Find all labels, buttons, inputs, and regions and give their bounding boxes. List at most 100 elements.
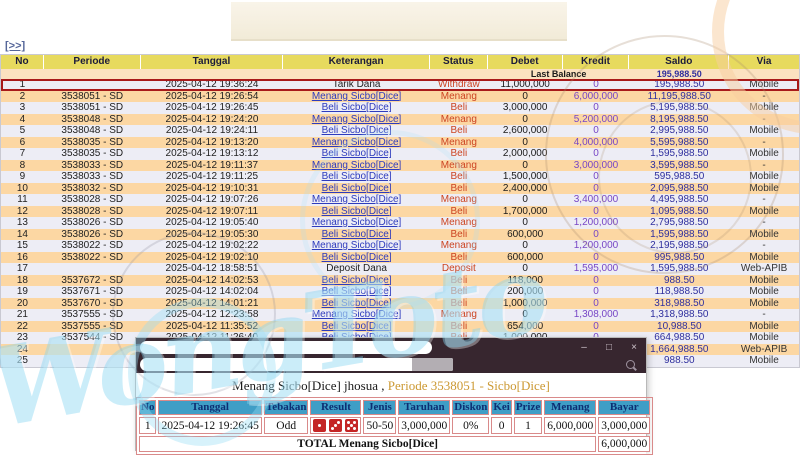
- cell-tanggal: 2025-04-12 18:58:51: [165, 263, 259, 274]
- keterangan-link[interactable]: Beli Sicbo[Dice]: [322, 252, 392, 263]
- cell-no: 9: [19, 171, 26, 182]
- keterangan-link[interactable]: Beli Sicbo[Dice]: [322, 275, 392, 286]
- cell-keterangan: Beli Sicbo[Dice]: [283, 275, 430, 287]
- cell-kredit: 3,400,000: [573, 194, 619, 205]
- cell-no: 17: [16, 263, 28, 274]
- transactions-table: No Periode Tanggal Keterangan Status Debet Kre…: [0, 54, 800, 368]
- keterangan-link[interactable]: Beli Sicbo[Dice]: [322, 206, 392, 217]
- cell-tanggal: 2025-04-12 19:07:11: [165, 205, 259, 217]
- cell-no: 2: [19, 90, 26, 102]
- cell-via: Mobile: [749, 171, 779, 182]
- keterangan-link[interactable]: Menang Sicbo[Dice]: [312, 217, 402, 228]
- transaction-row: 2 3538051 - SD 2025-04-12 19:26:54 Menang S…: [1, 90, 799, 102]
- keterangan-link[interactable]: Menang Sicbo[Dice]: [312, 240, 402, 251]
- bet-cell-diskon: 0%: [452, 417, 490, 434]
- popup-titlebar[interactable]: – □ ×: [136, 338, 646, 357]
- cell-saldo: 4,495,988.50: [650, 194, 709, 205]
- cell-via: -: [762, 217, 766, 228]
- cell-periode: 3538051 - SD: [61, 90, 124, 102]
- keterangan-link[interactable]: Beli Sicbo[Dice]: [322, 286, 392, 297]
- cell-periode: 3538028 - SD: [61, 194, 124, 205]
- cell-status: Beli: [450, 251, 468, 263]
- cell-no: 1: [19, 79, 26, 90]
- keterangan-link[interactable]: Beli Sicbo[Dice]: [322, 298, 392, 309]
- cell-keterangan: Menang Sicbo[Dice]: [283, 217, 430, 229]
- cell-no: 8: [19, 159, 26, 171]
- cell-via: Web-APIB: [740, 263, 788, 274]
- cell-saldo: 2,195,988.50: [650, 240, 709, 251]
- cell-saldo: 2,795,988.50: [650, 217, 709, 228]
- cell-via: Mobile: [749, 148, 779, 159]
- bet-cell-tanggal: 2025-04-12 19:26:45: [158, 417, 262, 434]
- keterangan-link[interactable]: Menang Sicbo[Dice]: [312, 137, 402, 148]
- cell-kredit: 0: [593, 251, 599, 263]
- browser-tab[interactable]: [140, 341, 432, 354]
- keterangan-link[interactable]: Beli Sicbo[Dice]: [322, 125, 392, 136]
- pagination-next-link[interactable]: [>>]: [5, 40, 25, 52]
- cell-periode: 3538026 - SD: [61, 228, 124, 240]
- bet-column-header-taruhan: Taruhan: [398, 400, 451, 415]
- cell-debet: 11,000,000: [500, 79, 550, 90]
- keterangan-link[interactable]: Menang Sicbo[Dice]: [312, 160, 402, 171]
- cell-tanggal: 2025-04-12 19:07:26: [165, 194, 259, 205]
- cell-tanggal: 2025-04-12 19:10:31: [165, 182, 259, 194]
- transaction-row: 16 3538022 - SD 2025-04-12 19:02:10 Beli Si…: [1, 251, 799, 263]
- cell-periode: 3538033 - SD: [61, 171, 124, 182]
- bet-table-row: 1 2025-04-12 19:26:45 Odd 50-50 3,000,000 0% 0…: [139, 417, 651, 434]
- column-header-debet: Debet: [488, 55, 563, 69]
- cell-periode: [44, 79, 141, 91]
- bet-column-header-jenis: Jenis: [363, 400, 397, 415]
- bet-column-header-kei: Kei: [491, 400, 512, 415]
- maximize-button[interactable]: □: [603, 338, 615, 357]
- keterangan-link[interactable]: Beli Sicbo[Dice]: [322, 171, 392, 182]
- popup-title-user: Menang Sicbo[Dice] jhosua ,: [232, 378, 388, 393]
- cell-kredit: 0: [593, 320, 599, 332]
- transaction-row: 11 3538028 - SD 2025-04-12 19:07:26 Menang …: [1, 194, 799, 206]
- dice-1-icon: [313, 419, 327, 432]
- bet-cell-no: 1: [139, 417, 157, 434]
- cell-tanggal: 2025-04-12 19:11:25: [165, 171, 259, 182]
- column-header-tanggal: Tanggal: [141, 55, 284, 69]
- cell-kredit: 0: [593, 125, 599, 136]
- cell-kredit: 0: [593, 102, 599, 113]
- cell-via: Mobile: [749, 355, 779, 366]
- keterangan-link[interactable]: Beli Sicbo[Dice]: [322, 148, 392, 159]
- minimize-button[interactable]: –: [578, 338, 590, 357]
- cell-keterangan: Beli Sicbo[Dice]: [283, 206, 430, 218]
- cell-no: 23: [16, 332, 28, 343]
- cell-debet: 0: [522, 113, 528, 125]
- cell-via: Mobile: [749, 274, 779, 286]
- popup-toolbar: [136, 357, 646, 373]
- cell-via: Mobile: [749, 286, 779, 297]
- keterangan-link[interactable]: Menang Sicbo[Dice]: [312, 91, 402, 102]
- keterangan-link[interactable]: Menang Sicbo[Dice]: [312, 309, 402, 320]
- cell-status: Beli: [450, 286, 468, 297]
- cell-saldo: 1,595,988.50: [650, 263, 709, 274]
- cell-via: Mobile: [749, 125, 779, 136]
- cell-kredit: 4,000,000: [573, 136, 619, 148]
- cell-keterangan: Menang Sicbo[Dice]: [283, 137, 430, 149]
- cell-saldo: 10,988.50: [657, 320, 702, 332]
- zoom-search-icon[interactable]: [626, 360, 635, 369]
- keterangan-link[interactable]: Menang Sicbo[Dice]: [312, 194, 402, 205]
- cell-debet: 654,000: [507, 320, 544, 332]
- cell-status: Menang: [440, 136, 477, 148]
- address-bar[interactable]: [140, 358, 453, 371]
- keterangan-link[interactable]: Beli Sicbo[Dice]: [322, 229, 392, 240]
- cell-debet: 600,000: [507, 251, 544, 263]
- keterangan-link[interactable]: Beli Sicbo[Dice]: [322, 183, 392, 194]
- cell-tanggal: 2025-04-12 19:11:37: [165, 159, 259, 171]
- keterangan-link[interactable]: Beli Sicbo[Dice]: [322, 321, 392, 332]
- cell-via: Mobile: [749, 251, 779, 263]
- cell-keterangan: Menang Sicbo[Dice]: [283, 114, 430, 126]
- cell-kredit: 0: [593, 205, 599, 217]
- keterangan-link[interactable]: Menang Sicbo[Dice]: [312, 114, 402, 125]
- cell-periode: 3538035 - SD: [61, 136, 124, 148]
- address-bar-button[interactable]: [412, 358, 453, 371]
- transaction-row: 13 3538026 - SD 2025-04-12 19:05:40 Menang …: [1, 217, 799, 229]
- cell-status: Beli: [450, 297, 468, 309]
- transaction-row: 5 3538048 - SD 2025-04-12 19:24:11 Beli Sic…: [1, 125, 799, 137]
- cell-kredit: 0: [593, 286, 599, 297]
- keterangan-link[interactable]: Beli Sicbo[Dice]: [322, 102, 392, 113]
- close-button[interactable]: ×: [628, 338, 640, 357]
